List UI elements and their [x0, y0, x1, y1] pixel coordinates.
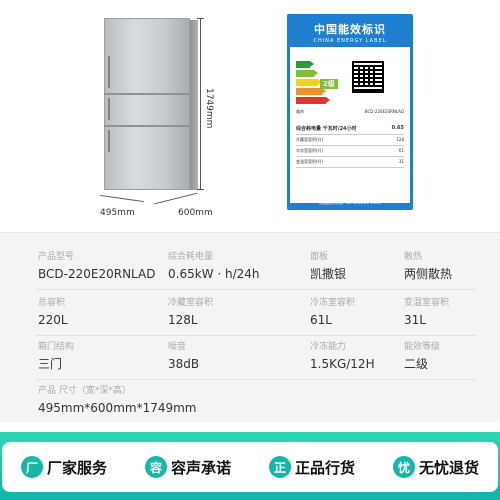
width-label: 495mm [100, 208, 135, 218]
spec-freezer-volume: 冷冻室容积 61L [310, 298, 356, 327]
height-dimension-line [197, 18, 204, 190]
energy-label-footer: 依据国家标准: GB 12021.2-2015 [319, 200, 381, 205]
energy-label: 中国能效标识 CHINA ENERGY LABEL 2级 美的 BCD-220E… [287, 14, 413, 210]
promise-icon: 容 [144, 456, 167, 478]
door-handle [108, 130, 110, 152]
spec-fridge-volume: 冷藏室容积 128L [168, 298, 214, 327]
door-divider [104, 93, 190, 95]
door-divider [104, 125, 190, 127]
grade-bar-2 [296, 70, 318, 77]
spec-freeze-capacity: 冷冻能力 1.5KG/12H [310, 342, 375, 371]
door-handle [108, 98, 110, 120]
depth-dimension-line [154, 192, 198, 205]
service-label: 容声承诺 [170, 458, 231, 477]
grade-bar-4 [296, 88, 326, 95]
spec-doors: 箱门结构 三门 [38, 342, 75, 371]
service-item-genuine[interactable]: 正 正品行货 [268, 456, 355, 478]
label-brand: 美的 [296, 109, 304, 114]
label-spec-row: 综合耗电量 千瓦时/24小时 0.65 [296, 123, 404, 135]
label-spec-block: 综合耗电量 千瓦时/24小时 0.65 冷藏室容积(升) 128 冷冻室容积(升) 6… [296, 123, 404, 168]
label-spec-row: 冷藏室容积(升) 128 [296, 135, 404, 146]
spec-power: 综合耗电量 0.65kW · h/24h [168, 252, 260, 281]
spec-energy-grade: 能效等级 二级 [404, 342, 441, 371]
label-model-line: 美的 BCD-220E20RNLAD [296, 109, 404, 115]
genuine-icon: 正 [268, 456, 291, 478]
spec-total-volume: 总容积 220L [38, 298, 68, 327]
energy-label-subtitle: CHINA ENERGY LABEL [313, 38, 387, 44]
depth-label: 600mm [178, 208, 213, 218]
spec-variable-volume: 变温室容积 31L [404, 298, 450, 327]
spec-noise: 噪音 38dB [168, 342, 200, 371]
label-spec-row: 变温室容积(升) 31 [296, 157, 404, 168]
service-bar: 厂 厂家服务 容 容声承诺 正 正品行货 忧 无忧退货 [0, 432, 500, 500]
row-divider [36, 335, 476, 336]
service-label: 厂家服务 [46, 458, 107, 477]
fridge-body [104, 18, 190, 190]
spec-model: 产品型号 BCD-220E20RNLAD [38, 252, 156, 281]
label-model: BCD-220E20RNLAD [364, 109, 404, 114]
door-handle [108, 56, 110, 88]
service-item-factory[interactable]: 厂 厂家服务 [20, 456, 107, 478]
spec-cooling: 散热 两侧散热 [404, 252, 453, 281]
row-divider [36, 379, 476, 380]
grade-bar-3 [296, 79, 322, 86]
row-divider [36, 289, 476, 290]
product-hero: 1749mm 495mm 600mm 中国能效标识 CHINA ENERGY L… [0, 0, 500, 230]
grade-badge: 2级 [320, 79, 338, 89]
service-label: 无忧退货 [418, 458, 479, 477]
height-label: 1749mm [204, 88, 214, 129]
grade-bar-1 [296, 61, 314, 68]
fridge-image: 1749mm 495mm 600mm [98, 18, 214, 218]
spec-panel: 面板 凯撒银 [310, 252, 347, 281]
factory-service-icon: 厂 [20, 456, 43, 478]
label-spec-row: 冷冻室容积(升) 61 [296, 146, 404, 157]
spec-table: 产品型号 BCD-220E20RNLAD 综合耗电量 0.65kW · h/24h … [0, 232, 500, 422]
spec-size: 产品 尺寸（宽*深*高） 495mm*600mm*1749mm [38, 386, 197, 415]
grade-bar-5 [296, 97, 330, 104]
fridge-side [190, 20, 198, 190]
service-item-promise[interactable]: 容 容声承诺 [144, 456, 231, 478]
return-icon: 忧 [392, 456, 415, 478]
qr-code [352, 61, 384, 93]
service-item-return[interactable]: 忧 无忧退货 [392, 456, 479, 478]
service-label: 正品行货 [294, 458, 355, 477]
width-dimension-line [100, 194, 144, 203]
energy-label-title: 中国能效标识 [314, 23, 386, 36]
